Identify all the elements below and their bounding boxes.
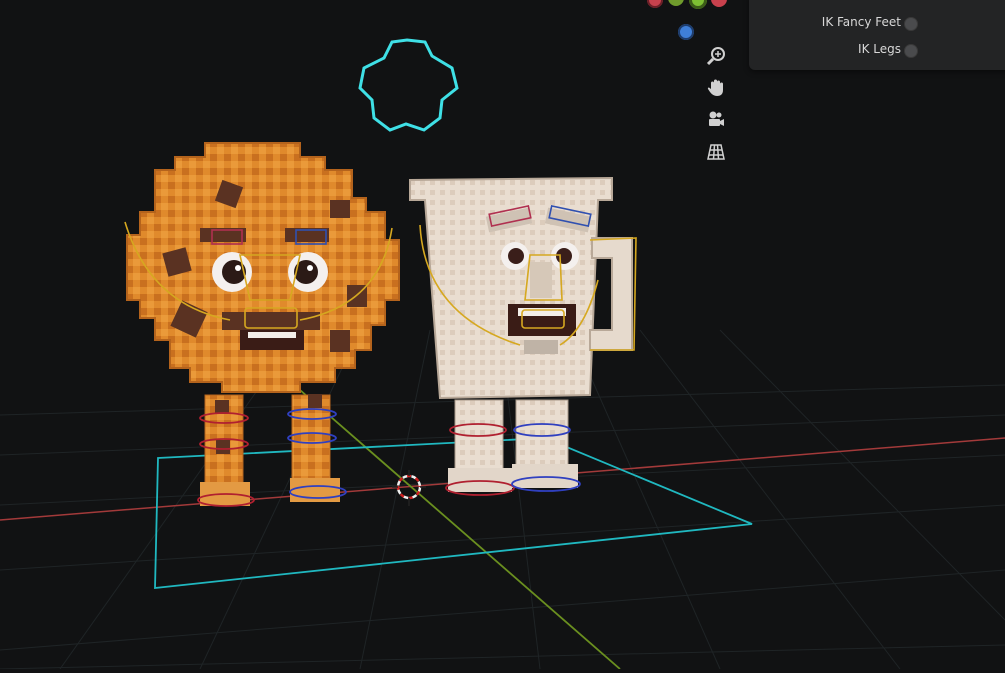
selection-outline — [154, 437, 753, 590]
cookie-character — [126, 142, 400, 506]
ik-properties-panel: IK Fancy Feet IK Legs — [749, 0, 1005, 70]
zoom-icon[interactable] — [701, 42, 731, 70]
ik-fancy-feet-row: IK Fancy Feet — [749, 12, 1005, 34]
gizmo-z-neg-icon[interactable] — [678, 24, 694, 40]
ik-fancy-feet-label: IK Fancy Feet — [821, 15, 901, 29]
scene-canvas — [0, 38, 1005, 670]
milk-cup-character — [409, 176, 633, 492]
ik-fancy-feet-toggle[interactable] — [904, 17, 918, 31]
camera-icon[interactable] — [701, 106, 731, 134]
ik-legs-row: IK Legs — [749, 39, 1005, 61]
ik-legs-label: IK Legs — [858, 42, 901, 56]
3d-viewport[interactable]: IK Fancy Feet IK Legs — [0, 0, 1005, 670]
gear-light-icon — [358, 38, 459, 132]
ik-legs-toggle[interactable] — [904, 44, 918, 58]
hand-pan-icon[interactable] — [701, 74, 731, 102]
grid-perspective-icon[interactable] — [701, 138, 731, 166]
